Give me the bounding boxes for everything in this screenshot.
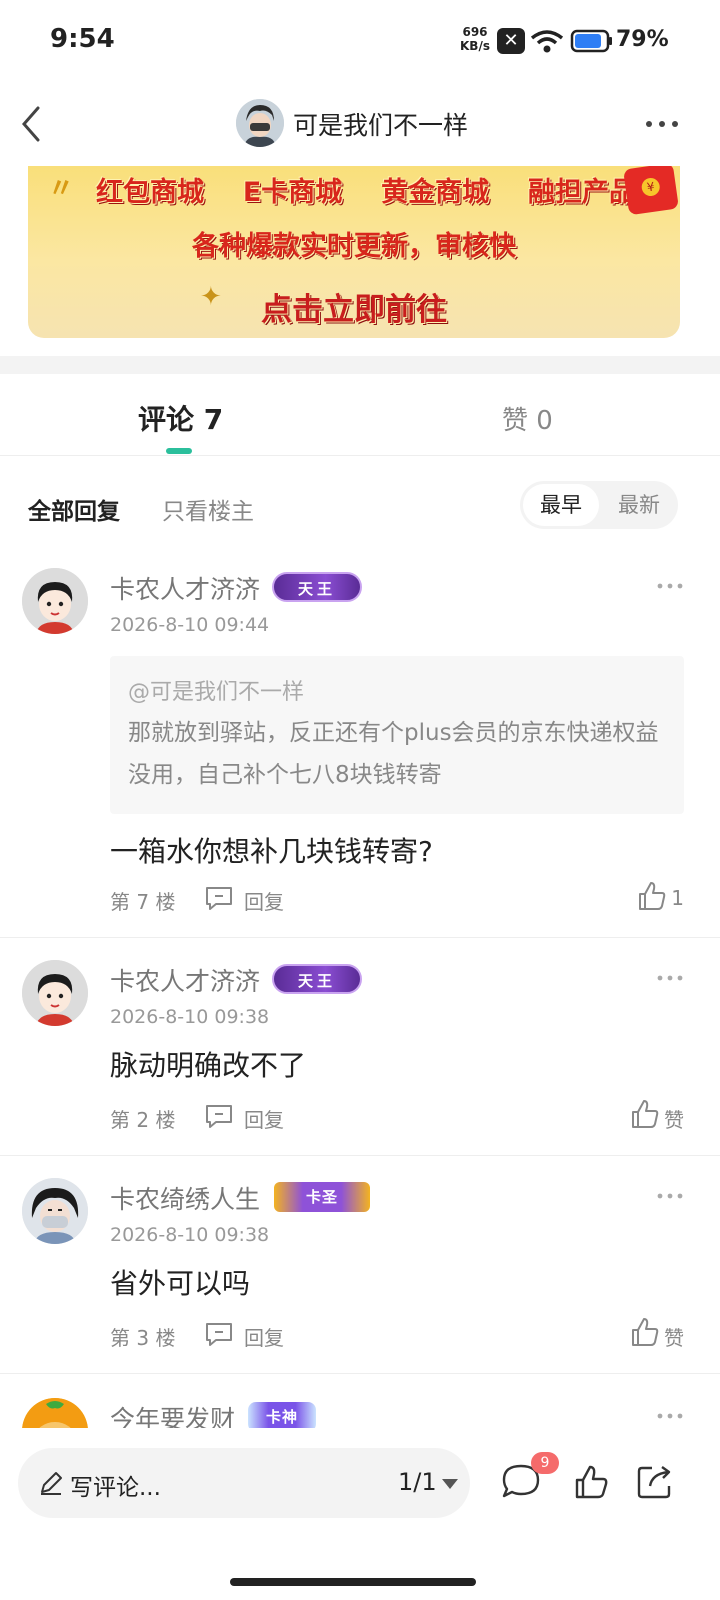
- floor-number: 第 7 楼: [110, 890, 176, 914]
- user-rank-badge: 天王: [272, 572, 362, 602]
- comment-count-badge: 9: [531, 1452, 559, 1474]
- notification-x-icon: ✕: [497, 28, 525, 54]
- page-title: 可是我们不一样: [293, 111, 469, 140]
- banner-link-hongbao[interactable]: 红包商城: [96, 170, 204, 209]
- comment-input[interactable]: 写评论... 1/1: [18, 1448, 470, 1518]
- comment-text: 一箱水你想补几块钱转寄?: [110, 835, 433, 868]
- comment-more-icon[interactable]: [656, 972, 684, 984]
- battery-percent: 79%: [616, 27, 669, 52]
- pen-icon: [41, 1472, 62, 1495]
- tab-likes[interactable]: 赞 0: [502, 400, 553, 437]
- comment-more-icon[interactable]: [656, 580, 684, 592]
- page-indicator[interactable]: 1/1: [398, 1468, 437, 1496]
- thumbs-up-icon[interactable]: [574, 1464, 608, 1500]
- reply-button[interactable]: 回复: [206, 1322, 284, 1351]
- sort-latest[interactable]: 最新: [602, 484, 676, 526]
- comment-tabs: 评论 7 赞 0: [0, 374, 720, 456]
- promo-banner[interactable]: 〃 红包商城 E卡商城 黄金商城 融担产品 ¥ 各种爆款实时更新，审核快 ✦ 点…: [28, 166, 680, 338]
- filter-all-replies[interactable]: 全部回复: [28, 492, 120, 526]
- comment-more-icon[interactable]: [656, 1190, 684, 1202]
- status-time: 9:54: [50, 24, 115, 54]
- banner-subtitle: 各种爆款实时更新，审核快: [192, 231, 516, 262]
- more-options-icon[interactable]: [642, 104, 682, 144]
- status-bar: 9:54 696 KB/s ✕ 79%: [0, 0, 720, 84]
- user-avatar[interactable]: [22, 960, 88, 1026]
- user-rank-badge: 卡神: [248, 1402, 316, 1428]
- comment-item: 卡农人才济济 天王 2026-8-10 09:44 @可是我们不一样 那就放到驿…: [0, 568, 720, 938]
- sort-earliest[interactable]: 最早: [523, 484, 599, 526]
- comment-date: 2026-8-10 09:38: [110, 1006, 270, 1028]
- reply-icon: [206, 1323, 232, 1346]
- tab-comments[interactable]: 评论 7: [138, 398, 223, 438]
- like-button[interactable]: 赞: [632, 1100, 684, 1133]
- red-envelope-icon: ¥: [623, 166, 679, 216]
- banner-link-rongdan[interactable]: 融担产品: [528, 170, 636, 209]
- comment-more-icon[interactable]: [656, 1410, 684, 1422]
- top-nav: 可是我们不一样: [0, 84, 720, 164]
- floor-number: 第 3 楼: [110, 1326, 176, 1350]
- comment-date: 2026-8-10 09:44: [110, 614, 270, 636]
- user-avatar[interactable]: [22, 568, 88, 634]
- thumbs-up-icon: [632, 1318, 659, 1346]
- bottom-action-bar: 写评论... 1/1 9: [0, 1428, 720, 1600]
- network-rate: 696 KB/s: [460, 25, 490, 53]
- filter-op-only[interactable]: 只看楼主: [162, 492, 254, 526]
- home-indicator[interactable]: [230, 1578, 476, 1586]
- user-rank-badge: 天王: [272, 964, 362, 994]
- banner-link-ecard[interactable]: E卡商城: [243, 170, 342, 209]
- comment-filters: 全部回复 只看楼主 最早 最新: [0, 456, 720, 556]
- sort-toggle: 最早 最新: [520, 481, 678, 529]
- quoted-user: @可是我们不一样: [128, 680, 305, 705]
- user-rank-badge: 卡圣: [274, 1182, 370, 1212]
- banner-links: 红包商城 E卡商城 黄金商城 融担产品: [96, 170, 636, 209]
- comment-text: 脉动明确改不了: [110, 1049, 307, 1082]
- reply-button[interactable]: 回复: [206, 1104, 284, 1133]
- reply-icon: [206, 887, 232, 910]
- username[interactable]: 今年要发财: [110, 1400, 235, 1428]
- back-icon[interactable]: [14, 104, 50, 144]
- comment-text: 省外可以吗: [110, 1267, 251, 1300]
- reply-button[interactable]: 回复: [206, 886, 284, 915]
- sparkle-rays-icon: 〃: [48, 174, 75, 204]
- username[interactable]: 卡农人才济济: [110, 962, 260, 998]
- banner-link-gold[interactable]: 黄金商城: [381, 170, 489, 209]
- quoted-text: 那就放到驿站，反正还有个plus会员的京东快递权益没用，自己补个七八8块钱转寄: [128, 720, 659, 788]
- battery-icon: [570, 29, 612, 53]
- reply-icon: [206, 1105, 232, 1128]
- like-button[interactable]: 赞: [632, 1318, 684, 1351]
- comment-placeholder: 写评论...: [70, 1475, 161, 1501]
- comment-item: 卡农人才济济 天王 2026-8-10 09:38 脉动明确改不了 第 2 楼 …: [0, 960, 720, 1156]
- username[interactable]: 卡农人才济济: [110, 570, 260, 606]
- like-button[interactable]: 1: [639, 882, 684, 910]
- floor-number: 第 2 楼: [110, 1108, 176, 1132]
- dropdown-arrow-icon[interactable]: [442, 1479, 458, 1489]
- thumbs-up-icon: [632, 1100, 659, 1128]
- user-avatar[interactable]: [22, 1178, 88, 1244]
- share-icon[interactable]: [636, 1464, 674, 1500]
- quoted-reply[interactable]: @可是我们不一样 那就放到驿站，反正还有个plus会员的京东快递权益没用，自己补…: [110, 656, 684, 814]
- username[interactable]: 卡农绮绣人生: [110, 1180, 260, 1216]
- section-divider: [0, 356, 720, 374]
- active-tab-indicator: [166, 448, 192, 454]
- comment-date: 2026-8-10 09:38: [110, 1224, 270, 1246]
- author-avatar[interactable]: [236, 99, 284, 147]
- comment-item: 卡农绮绣人生 卡圣 2026-8-10 09:38 省外可以吗 第 3 楼 回复…: [0, 1178, 720, 1374]
- wifi-icon: [530, 30, 564, 53]
- comment-item: 今年要发财 卡神: [0, 1398, 720, 1428]
- thumbs-up-icon: [639, 882, 666, 910]
- banner-cta[interactable]: 点击立即前往: [28, 284, 680, 329]
- user-avatar[interactable]: [22, 1398, 88, 1428]
